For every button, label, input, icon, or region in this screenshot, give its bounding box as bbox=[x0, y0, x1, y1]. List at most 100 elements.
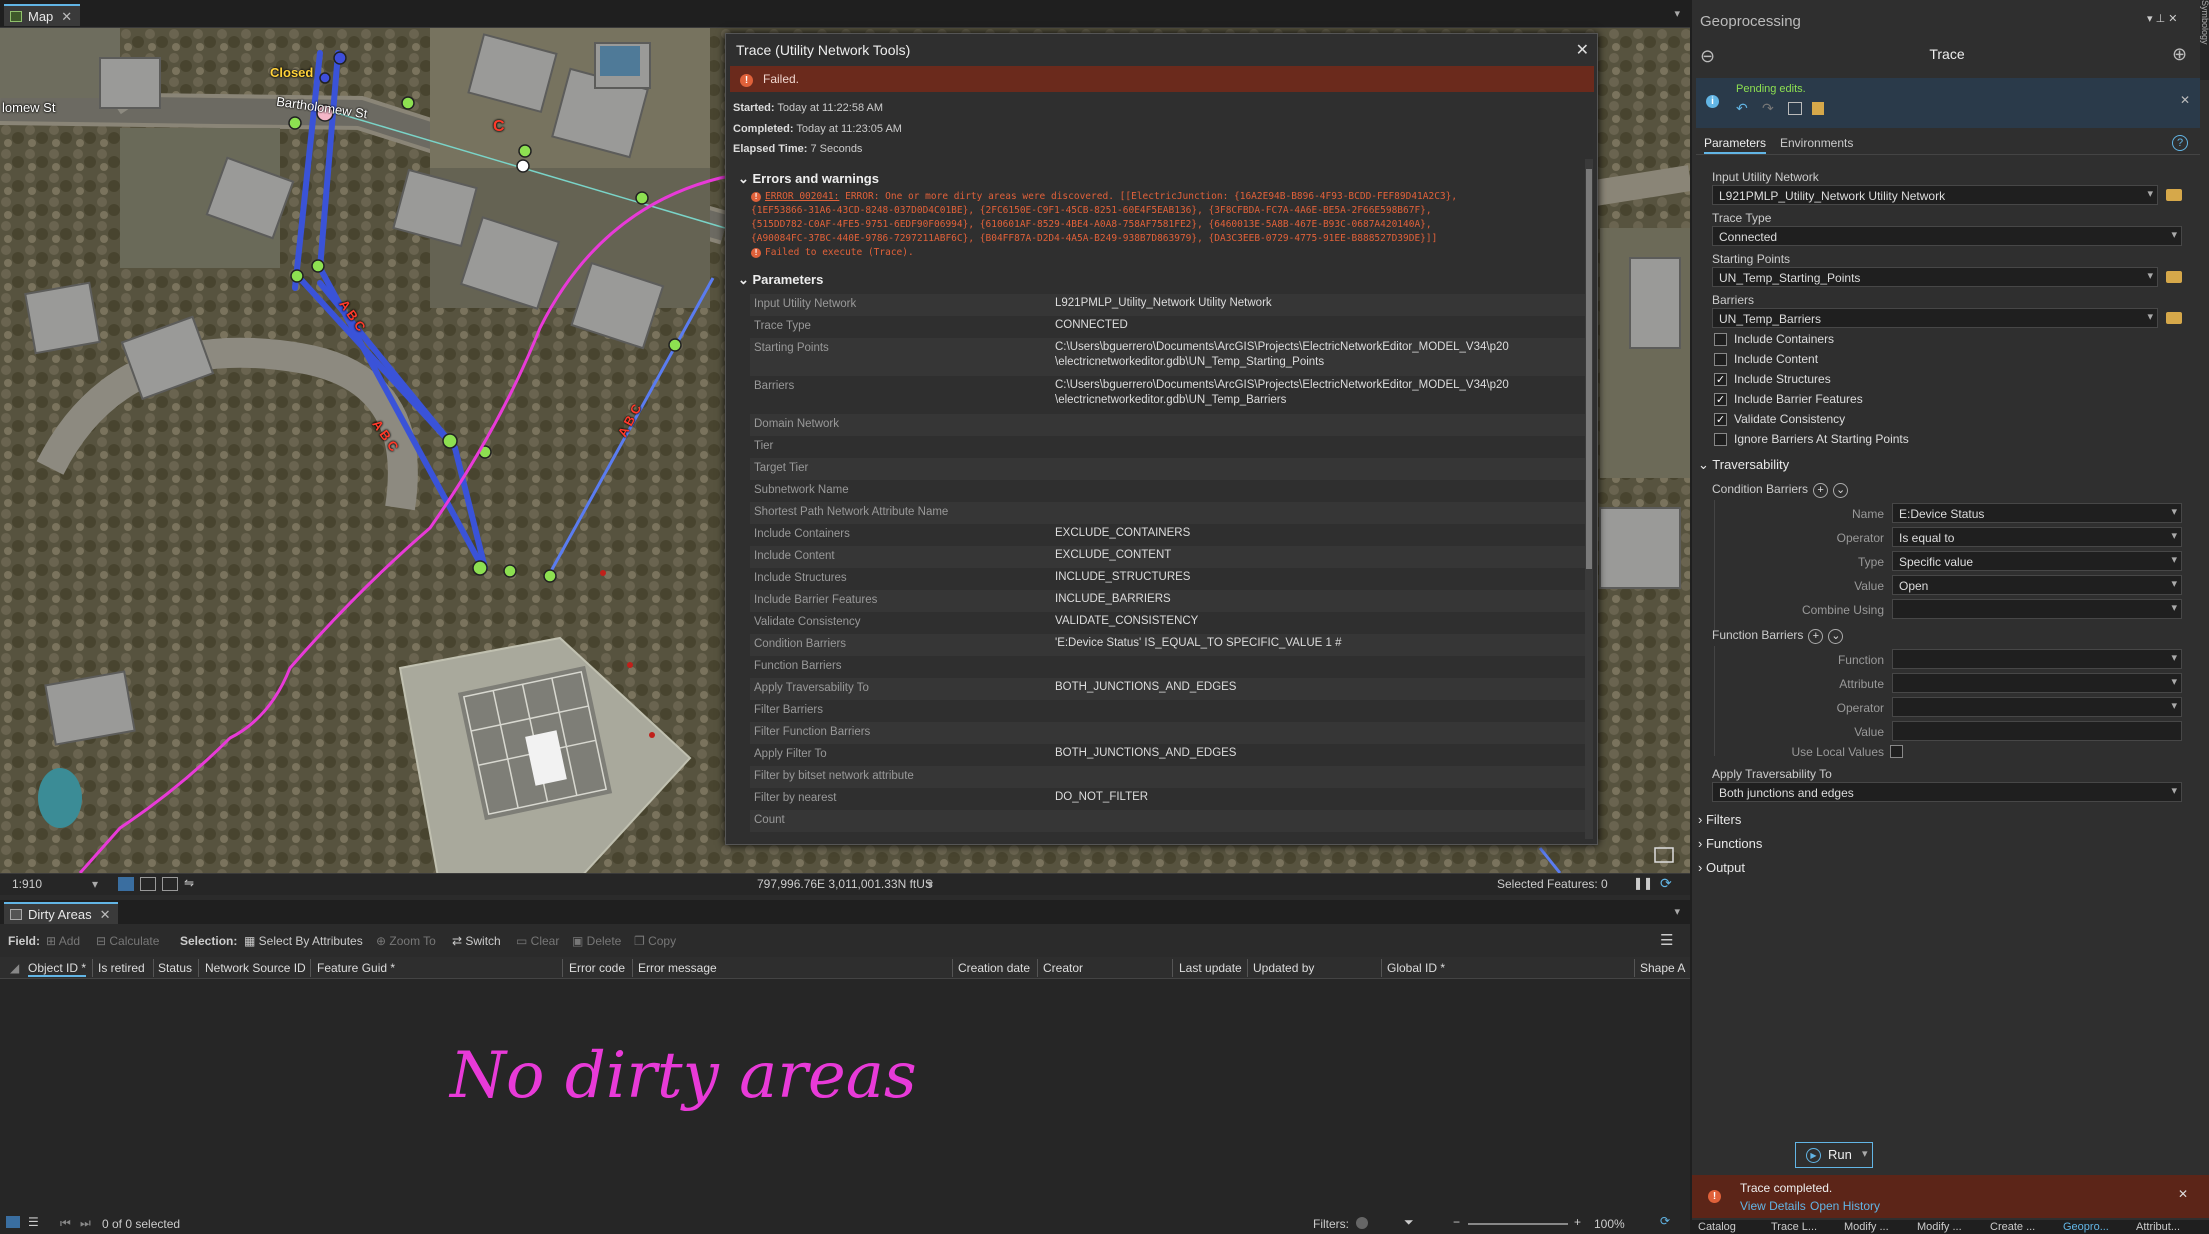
zoom-out-icon[interactable]: − bbox=[1453, 1215, 1460, 1229]
menu-icon[interactable]: ☰ bbox=[1660, 931, 1673, 949]
checkbox[interactable]: ✓ bbox=[1714, 413, 1727, 426]
column-error-code[interactable]: Error code bbox=[569, 961, 625, 975]
folder-icon[interactable] bbox=[2166, 189, 2182, 201]
error-code-link[interactable]: ERROR 002041: bbox=[765, 191, 839, 202]
traversability-section[interactable]: ⌄ Traversability bbox=[1698, 457, 1789, 473]
column-creation-date[interactable]: Creation date bbox=[958, 961, 1030, 975]
checkbox[interactable] bbox=[1714, 353, 1727, 366]
grid-icon[interactable] bbox=[162, 877, 178, 891]
column-network-source-id[interactable]: Network Source ID bbox=[205, 961, 306, 975]
checkbox[interactable]: ✓ bbox=[1714, 373, 1727, 386]
chevron-down-icon[interactable]: ⌄ bbox=[1828, 629, 1844, 644]
cb-type-select[interactable]: Specific value ▾ bbox=[1892, 551, 2182, 571]
pane-tab[interactable]: Geopro... bbox=[2063, 1221, 2109, 1233]
column-feature-guid[interactable]: Feature Guid * bbox=[317, 961, 395, 975]
calculate-button[interactable]: ⊟ Calculate bbox=[96, 934, 159, 948]
open-history-link[interactable]: Open History bbox=[1810, 1199, 1880, 1213]
column-last-update[interactable]: Last update bbox=[1179, 961, 1242, 975]
table-view-icon[interactable] bbox=[6, 1216, 20, 1228]
parameters-heading[interactable]: ⌄ Parameters bbox=[738, 272, 823, 288]
chevron-down-icon[interactable]: ▾ bbox=[92, 877, 98, 891]
discard-icon[interactable] bbox=[1812, 102, 1824, 115]
table-body[interactable]: No dirty areas bbox=[0, 979, 1690, 1214]
pane-tab[interactable]: Create ... bbox=[1990, 1221, 2035, 1233]
folder-icon[interactable] bbox=[2166, 312, 2182, 324]
column-updated-by[interactable]: Updated by bbox=[1253, 961, 1314, 975]
delete-button[interactable]: ▣ Delete bbox=[572, 934, 621, 948]
use-local-values-checkbox[interactable] bbox=[1890, 745, 1903, 758]
chevron-down-icon[interactable]: ⌄ bbox=[1833, 483, 1849, 498]
help-icon[interactable]: ? bbox=[2172, 135, 2188, 151]
clear-button[interactable]: ▭ Clear bbox=[516, 934, 559, 948]
chevron-down-icon[interactable]: ▾ bbox=[1674, 7, 1680, 20]
pause-icon[interactable]: ❚❚ bbox=[1633, 876, 1653, 890]
add-button[interactable]: ⊞ Add bbox=[46, 934, 80, 948]
fb-attribute-select[interactable]: ▾ bbox=[1892, 673, 2182, 693]
tab-parameters[interactable]: Parameters bbox=[1704, 136, 1767, 154]
tab-environments[interactable]: Environments bbox=[1780, 136, 1853, 150]
chevron-down-icon[interactable]: ▾ bbox=[1862, 1147, 1868, 1160]
undo-icon[interactable]: ↶ bbox=[1736, 100, 1748, 117]
fb-function-select[interactable]: ▾ bbox=[1892, 649, 2182, 669]
redo-icon[interactable]: ↷ bbox=[1762, 100, 1774, 117]
column-is-retired[interactable]: Is retired bbox=[98, 961, 145, 975]
pane-tab[interactable]: Attribut... bbox=[2136, 1221, 2180, 1233]
first-page-icon[interactable]: ⏮ bbox=[60, 1216, 71, 1231]
scale-selector[interactable]: 1:910 bbox=[12, 877, 42, 891]
output-section[interactable]: › Output bbox=[1698, 860, 1745, 875]
zoom-to-button[interactable]: ⊕ Zoom To bbox=[376, 934, 436, 948]
last-page-icon[interactable]: ⏭ bbox=[80, 1216, 91, 1231]
copy-button[interactable]: ❐ Copy bbox=[634, 934, 676, 948]
switch-button[interactable]: ⇄ Switch bbox=[452, 934, 501, 948]
cb-operator-select[interactable]: Is equal to ▾ bbox=[1892, 527, 2182, 547]
add-icon[interactable]: ⊕ bbox=[2172, 44, 2187, 65]
list-icon[interactable]: ☰ bbox=[28, 1215, 39, 1229]
cb-combine-select[interactable]: ▾ bbox=[1892, 599, 2182, 619]
column-object-id[interactable]: Object ID * bbox=[28, 961, 87, 977]
close-icon[interactable]: ✕ bbox=[61, 9, 72, 24]
column-global-id[interactable]: Global ID * bbox=[1387, 961, 1445, 975]
close-icon[interactable]: ✕ bbox=[2180, 93, 2190, 107]
folder-icon[interactable] bbox=[2166, 271, 2182, 283]
input-utility-network-field[interactable]: L921PMLP_Utility_Network Utility Network… bbox=[1712, 185, 2158, 205]
map-tab[interactable]: Map ✕ bbox=[4, 4, 81, 26]
pane-tab[interactable]: Catalog bbox=[1698, 1221, 1736, 1233]
add-icon[interactable]: + bbox=[1813, 483, 1829, 498]
column-error-message[interactable]: Error message bbox=[638, 961, 717, 975]
checkbox[interactable]: ✓ bbox=[1714, 393, 1727, 406]
close-icon[interactable]: ✕ bbox=[2178, 1187, 2188, 1201]
apply-traversability-select[interactable]: Both junctions and edges ▾ bbox=[1712, 782, 2182, 802]
close-icon[interactable]: ✕ bbox=[1576, 40, 1589, 60]
errors-heading[interactable]: ⌄ Errors and warnings bbox=[738, 171, 879, 187]
starting-points-field[interactable]: UN_Temp_Starting_Points ▾ bbox=[1712, 267, 2158, 287]
zoom-slider[interactable] bbox=[1468, 1223, 1568, 1225]
refresh-icon[interactable]: ⟳ bbox=[1660, 875, 1672, 892]
checkbox[interactable] bbox=[1714, 433, 1727, 446]
select-by-attributes-button[interactable]: ▦ Select By Attributes bbox=[244, 934, 363, 948]
view-details-link[interactable]: View Details bbox=[1740, 1199, 1806, 1213]
chevron-down-icon[interactable]: ▾ bbox=[1674, 905, 1680, 918]
dirty-areas-tab[interactable]: Dirty Areas ✕ bbox=[4, 902, 119, 924]
checkbox[interactable] bbox=[1714, 333, 1727, 346]
chevron-down-icon[interactable]: ▾ bbox=[927, 877, 933, 891]
fixed-scale-icon[interactable] bbox=[118, 877, 134, 891]
column-creator[interactable]: Creator bbox=[1043, 961, 1083, 975]
funnel-icon[interactable]: ⏷ bbox=[1404, 1215, 1414, 1230]
filters-section[interactable]: › Filters bbox=[1698, 812, 1741, 827]
rotate-icon[interactable]: ⇋ bbox=[184, 876, 194, 890]
column-status[interactable]: Status bbox=[158, 961, 192, 975]
navigator-icon[interactable] bbox=[140, 877, 156, 891]
selected-features[interactable]: Selected Features: 0 bbox=[1497, 877, 1608, 891]
fb-value-input[interactable] bbox=[1892, 721, 2182, 741]
pane-options-icon[interactable]: ▾ ⊥ ✕ bbox=[2147, 12, 2177, 25]
trace-type-select[interactable]: Connected ▾ bbox=[1712, 226, 2182, 246]
cb-name-select[interactable]: E:Device Status ▾ bbox=[1892, 503, 2182, 523]
pane-tab[interactable]: Modify ... bbox=[1844, 1221, 1889, 1233]
save-icon[interactable] bbox=[1788, 102, 1802, 115]
refresh-icon[interactable]: ⟳ bbox=[1660, 1214, 1670, 1228]
add-icon[interactable]: + bbox=[1808, 629, 1824, 644]
zoom-level[interactable]: 100% bbox=[1594, 1217, 1625, 1231]
barriers-field[interactable]: UN_Temp_Barriers ▾ bbox=[1712, 308, 2158, 328]
cb-value-select[interactable]: Open ▾ bbox=[1892, 575, 2182, 595]
pane-tab[interactable]: Modify ... bbox=[1917, 1221, 1962, 1233]
